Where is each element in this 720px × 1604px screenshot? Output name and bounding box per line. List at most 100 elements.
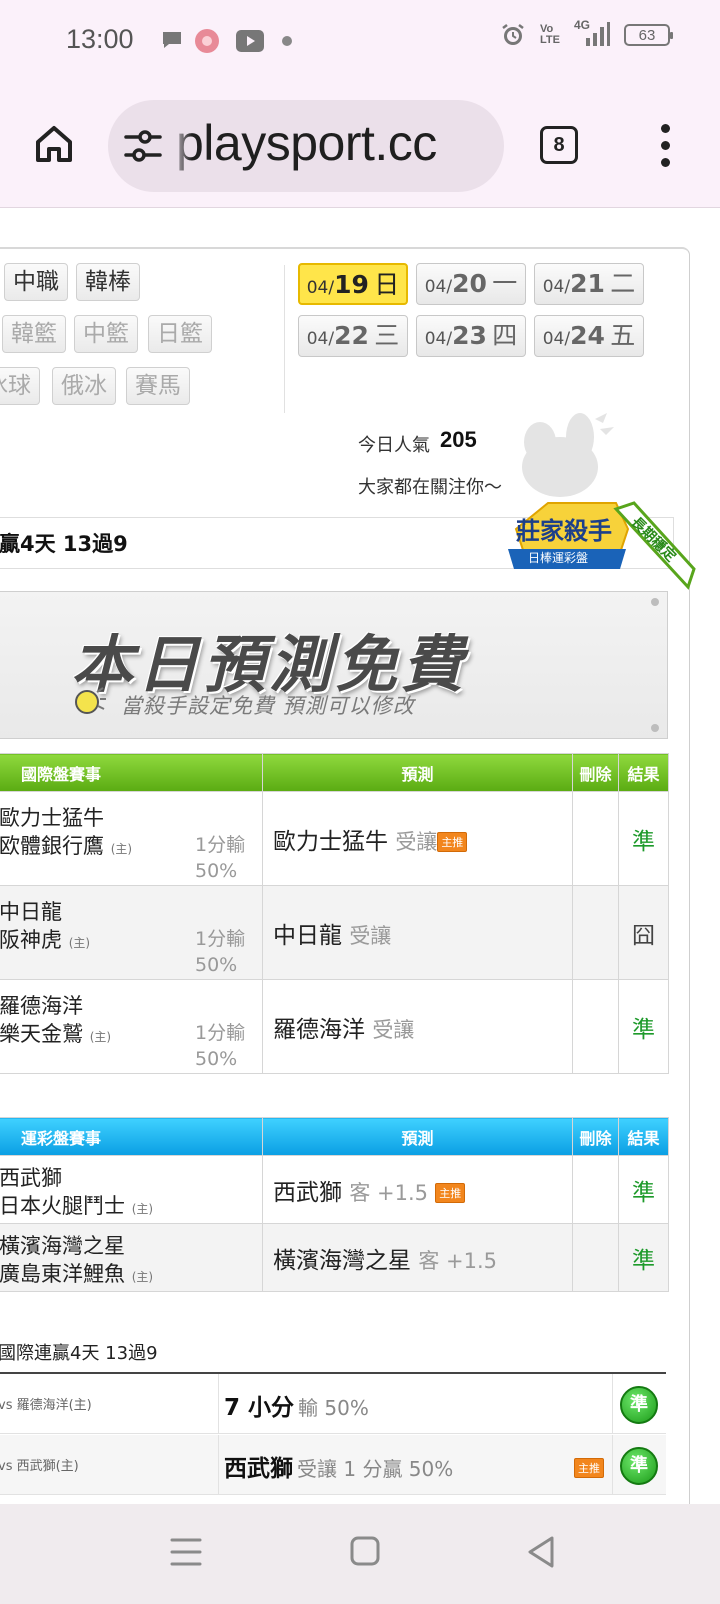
match-teams: 歐力士猛牛 欧體銀行鷹 (主) 1分輸 50% xyxy=(0,791,263,886)
mascot-watermark-icon xyxy=(522,413,614,497)
url-text[interactable]: playsport.cc xyxy=(176,114,437,172)
result-cell: 準 xyxy=(618,979,669,1074)
recent-apps-icon[interactable] xyxy=(170,1534,202,1570)
table-row: 歐力士猛牛 欧體銀行鷹 (主) 1分輸 50% 歐力士猛牛 受讓 主推 準 xyxy=(0,791,669,886)
sport-tab-hockey[interactable]: 冰球 xyxy=(0,367,40,405)
result-cell: 囧 xyxy=(618,885,669,980)
table-header-delete: 刪除 xyxy=(572,1117,619,1156)
more-notifications-dot-icon xyxy=(282,36,292,46)
record-opponent: vs 羅德海洋(主) xyxy=(0,1398,92,1413)
alarm-icon xyxy=(502,24,524,45)
delete-cell[interactable] xyxy=(572,885,619,980)
home-icon[interactable] xyxy=(30,120,78,168)
main-push-tag: 主推 xyxy=(437,832,468,852)
match-teams: 橫濱海灣之星 廣島東洋鯉魚 (主) xyxy=(0,1223,263,1292)
result-cell: 準 xyxy=(618,1155,669,1224)
record-row: vs 西武獅(主) 西武獅 受讓 1 分贏 50% 主推 準 xyxy=(0,1435,666,1495)
lightbulb-icon xyxy=(75,687,106,714)
table-row: 西武獅 日本火腿鬥士 (主) 西武獅 客 +1.5 主推 準 xyxy=(0,1155,669,1224)
delete-cell[interactable] xyxy=(572,1155,619,1224)
sport-tab-kbl[interactable]: 韓籃 xyxy=(2,315,66,353)
sport-tab-kbo[interactable]: 韓棒 xyxy=(76,263,140,301)
site-settings-icon[interactable] xyxy=(124,128,162,164)
intl-predictions-table: 國際盤賽事 預測 刪除 結果 歐力士猛牛 欧體銀行鷹 (主) 1分輸 50% 歐力… xyxy=(0,753,669,1074)
sport-tab-horse[interactable]: 賽馬 xyxy=(126,367,190,405)
prediction-cell: 西武獅 客 +1.5 主推 xyxy=(262,1155,573,1224)
record-result-badge: 準 xyxy=(620,1447,658,1485)
battery-indicator: 63 xyxy=(624,24,673,46)
date-button-0422[interactable]: 04/22 三 xyxy=(298,315,408,357)
streak-text: 贏4天 13過9 xyxy=(0,532,128,556)
lottery-predictions-table: 運彩盤賽事 預測 刪除 結果 西武獅 日本火腿鬥士 (主) 西武獅 客 +1.5… xyxy=(0,1117,669,1292)
banner-screw xyxy=(651,598,659,606)
record-col-divider xyxy=(612,1435,613,1495)
app-notification-icon xyxy=(195,29,219,53)
prediction-cell: 中日龍 受讓 xyxy=(262,885,573,980)
youtube-notification-icon xyxy=(236,30,264,52)
overflow-menu-icon[interactable] xyxy=(658,124,672,168)
popularity-label: 今日人氣 xyxy=(358,435,430,456)
record-col-divider xyxy=(218,1435,219,1495)
popularity-value: 205 xyxy=(440,427,477,452)
badge-title: 莊家殺手 xyxy=(516,517,612,545)
sport-tab-cba[interactable]: 中籃 xyxy=(74,315,138,353)
table-header-prediction: 預測 xyxy=(262,1117,573,1156)
table-header-delete: 刪除 xyxy=(572,753,619,792)
match-teams: 羅德海洋 樂天金鷲 (主) 1分輸 50% xyxy=(0,979,263,1074)
table-header-result: 結果 xyxy=(618,753,669,792)
free-prediction-banner[interactable]: 本日預測免費 當殺手設定免費 預測可以修改 xyxy=(0,591,668,739)
table-header-games: 運彩盤賽事 xyxy=(0,1117,263,1156)
delete-cell[interactable] xyxy=(572,979,619,1074)
delete-cell[interactable] xyxy=(572,1223,619,1292)
record-row: vs 羅德海洋(主) 7 小分輸 50% 準 xyxy=(0,1374,666,1434)
match-teams: 中日龍 阪神虎 (主) 1分輸 50% xyxy=(0,885,263,980)
signal-icon: 4G xyxy=(574,18,610,48)
main-push-tag: 主推 xyxy=(574,1457,604,1478)
sport-tab-bleague[interactable]: 日籃 xyxy=(148,315,212,353)
url-fade xyxy=(170,100,192,192)
tab-switcher-button[interactable]: 8 xyxy=(540,126,578,164)
main-push-tag: 主推 xyxy=(435,1183,466,1203)
table-header-prediction: 預測 xyxy=(262,753,573,792)
back-icon[interactable] xyxy=(526,1534,558,1570)
date-button-0421[interactable]: 04/21 二 xyxy=(534,263,644,305)
record-col-divider xyxy=(612,1374,613,1434)
date-button-0424[interactable]: 04/24 五 xyxy=(534,315,644,357)
sport-tab-cpbl[interactable]: 中職 xyxy=(4,263,68,301)
record-col-divider xyxy=(218,1374,219,1434)
date-button-0420[interactable]: 04/20 一 xyxy=(416,263,526,305)
status-bar: 13:00 Vo LTE 4G 63 xyxy=(0,0,720,84)
result-cell: 準 xyxy=(618,1223,669,1292)
record-result-badge: 準 xyxy=(620,1386,658,1424)
date-button-0419[interactable]: 04/19 日 xyxy=(298,263,408,305)
home-nav-icon[interactable] xyxy=(348,1534,384,1570)
prediction-cell: 橫濱海灣之星 客 +1.5 xyxy=(262,1223,573,1292)
web-page: 中職 韓棒 韓籃 中籃 日籃 冰球 俄冰 賽馬 04/19 日 04/20 一 … xyxy=(0,209,720,1504)
status-time: 13:00 xyxy=(66,24,134,54)
table-row: 橫濱海灣之星 廣島東洋鯉魚 (主) 橫濱海灣之星 客 +1.5 準 xyxy=(0,1223,669,1292)
record-pick: 7 小分輸 50% xyxy=(224,1395,369,1421)
banner-subtitle: 當殺手設定免費 預測可以修改 xyxy=(121,694,415,718)
address-bar[interactable]: playsport.cc xyxy=(108,100,504,192)
result-cell: 準 xyxy=(618,791,669,886)
popularity-note: 大家都在關注你～ xyxy=(358,477,502,498)
delete-cell[interactable] xyxy=(572,791,619,886)
table-header-result: 結果 xyxy=(618,1117,669,1156)
badge-subtitle: 日棒運彩盤 xyxy=(528,551,589,565)
browser-toolbar: playsport.cc 8 xyxy=(0,84,720,208)
date-button-0423[interactable]: 04/23 四 xyxy=(416,315,526,357)
volte-indicator: Vo LTE xyxy=(540,23,560,46)
dealer-killer-badge: 莊家殺手 日棒運彩盤 長期穩定 xyxy=(508,499,698,599)
prediction-cell: 歐力士猛牛 受讓 主推 xyxy=(262,791,573,886)
record-pick: 西武獅 受讓 1 分贏 50% xyxy=(224,1456,454,1482)
nav-divider xyxy=(284,265,285,413)
prediction-cell: 羅德海洋 受讓 xyxy=(262,979,573,1074)
table-header-games: 國際盤賽事 xyxy=(0,753,263,792)
table-row: 羅德海洋 樂天金鷲 (主) 1分輸 50% 羅德海洋 受讓 準 xyxy=(0,979,669,1074)
table-row: 中日龍 阪神虎 (主) 1分輸 50% 中日龍 受讓 囧 xyxy=(0,885,669,980)
sport-tab-khl[interactable]: 俄冰 xyxy=(52,367,116,405)
system-nav-bar xyxy=(0,1504,720,1604)
battery-level: 63 xyxy=(638,26,656,44)
record-opponent: vs 西武獅(主) xyxy=(0,1459,79,1474)
record-title: 國際連贏4天 13過9 xyxy=(0,1343,158,1364)
